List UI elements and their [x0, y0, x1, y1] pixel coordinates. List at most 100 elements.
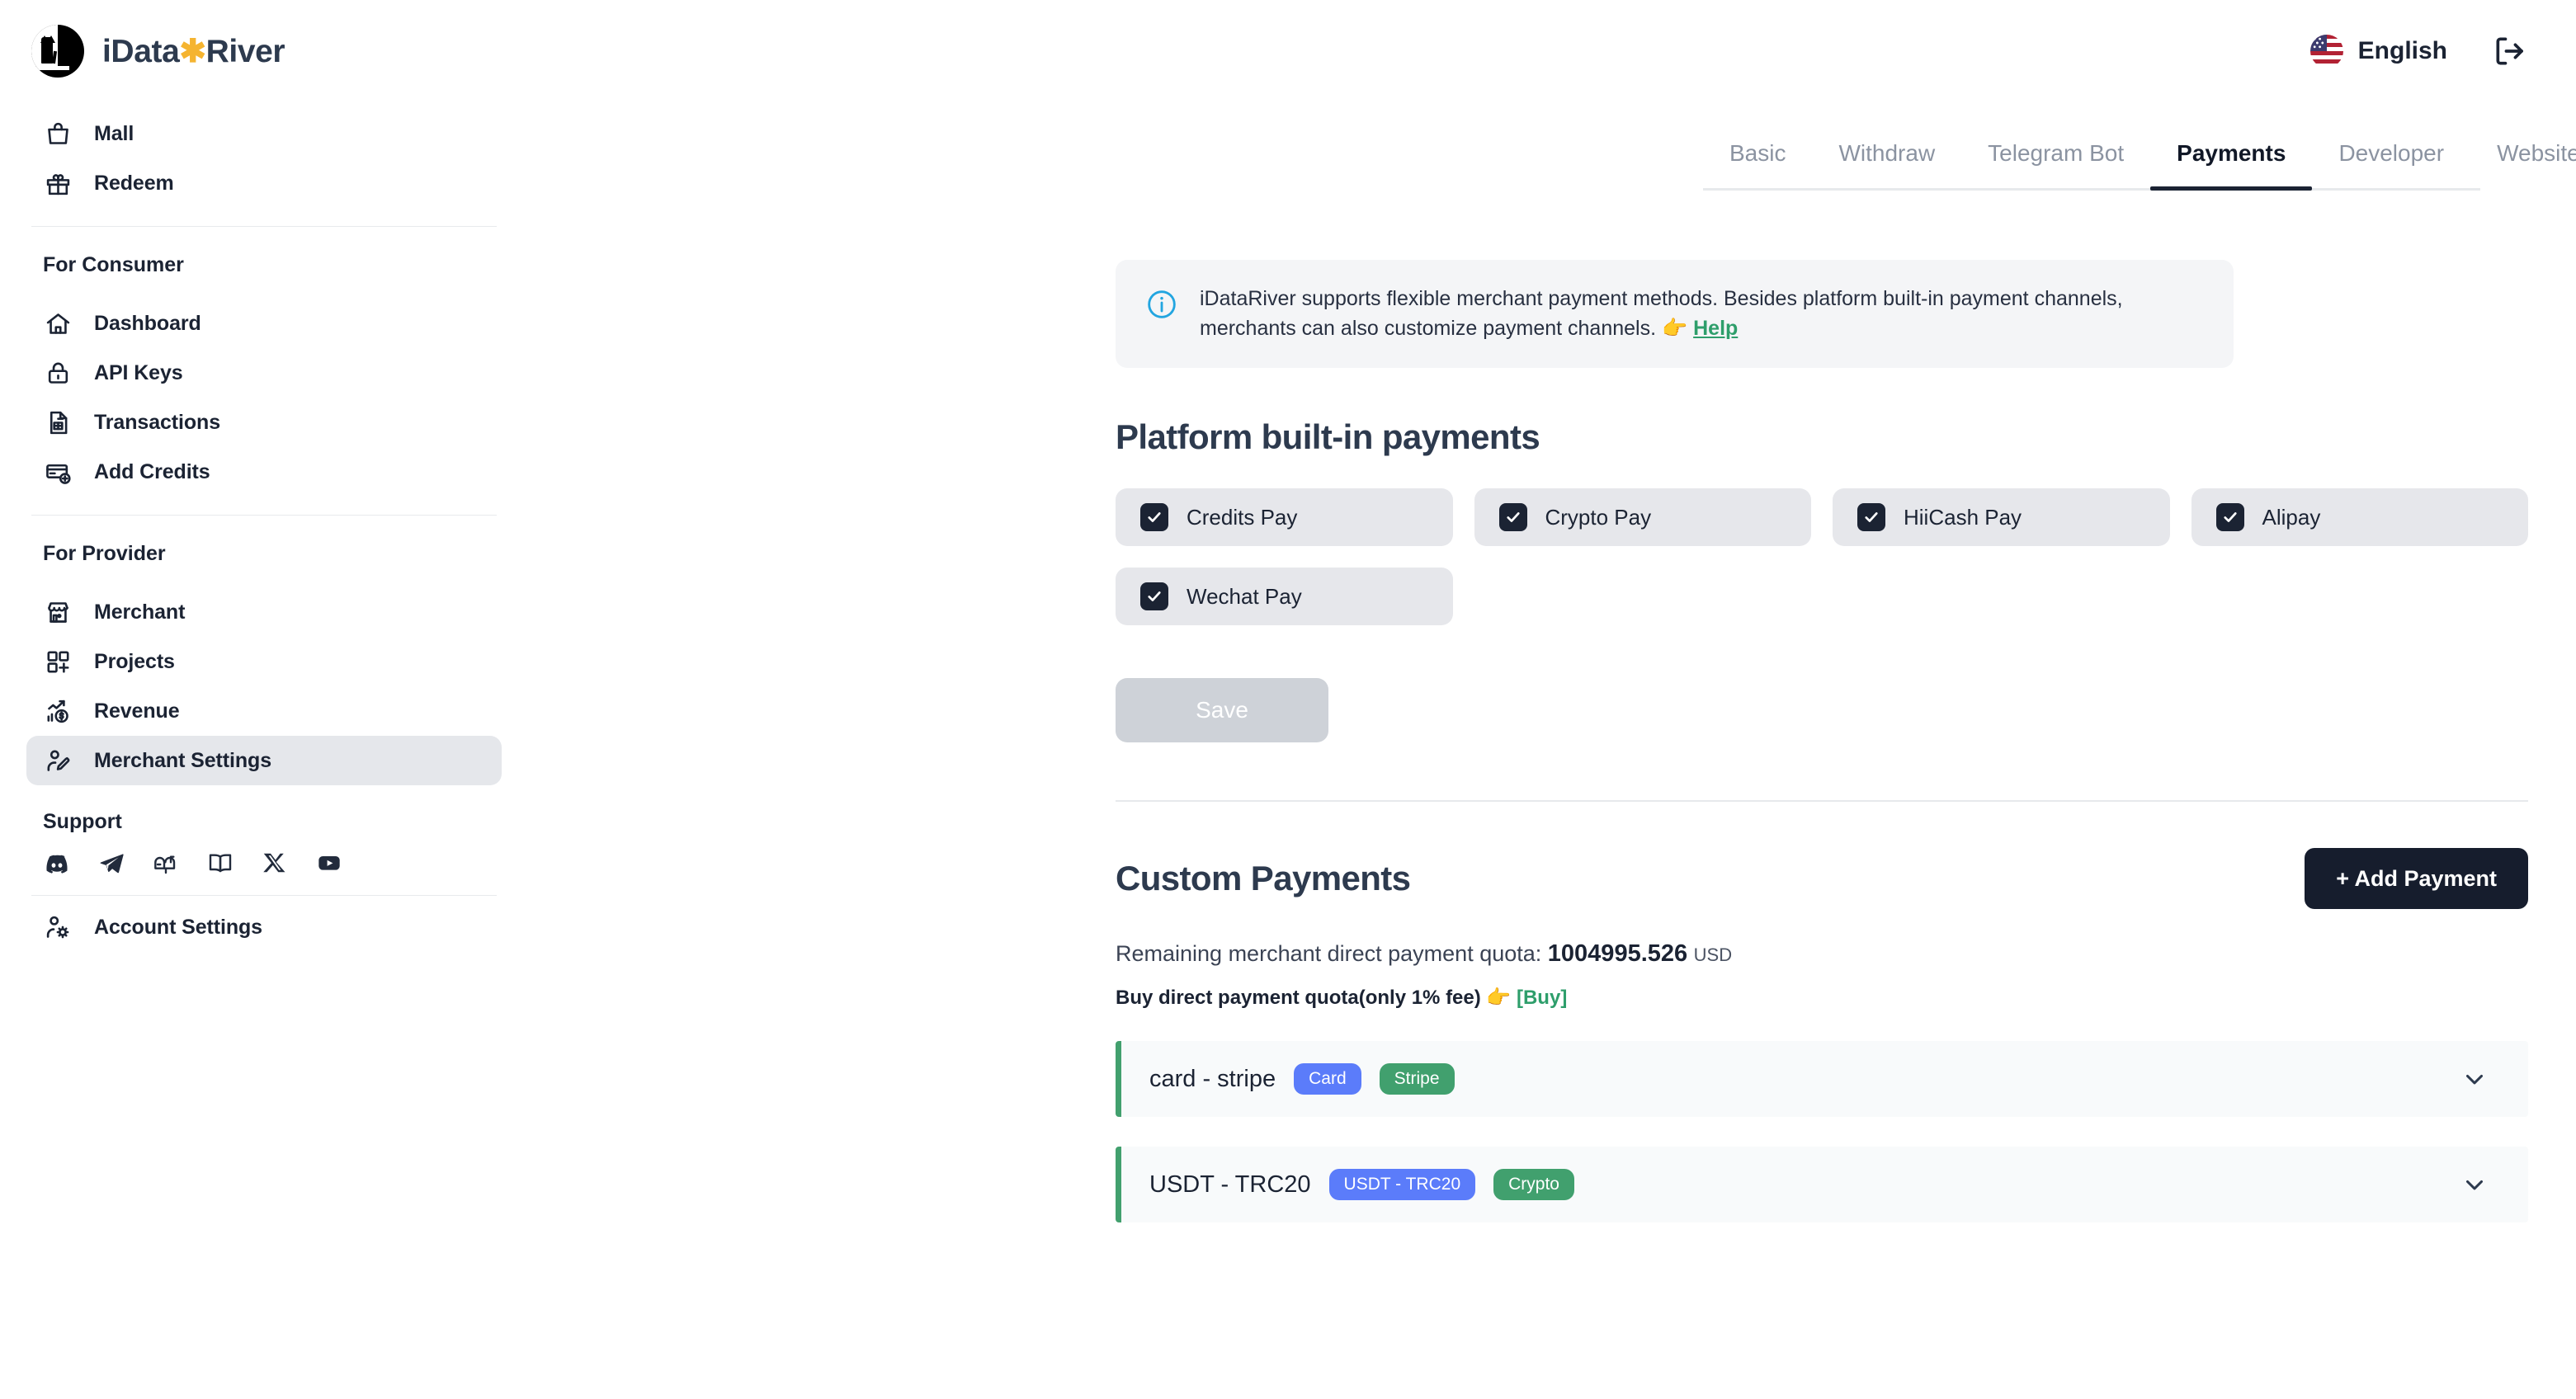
payments-panel: iDataRiver supports flexible merchant pa… [1116, 260, 2528, 1252]
card-plus-icon [43, 457, 73, 487]
payment-method-credits-pay[interactable]: Credits Pay [1116, 488, 1453, 546]
shopping-bag-icon [43, 119, 73, 148]
status-badge: Card [1294, 1063, 1361, 1095]
brand-title-part1: iData [102, 33, 180, 69]
chevron-down-icon[interactable] [2460, 1065, 2500, 1093]
tab-basic[interactable]: Basic [1703, 140, 1812, 188]
document-list-icon [43, 407, 73, 437]
home-icon [43, 309, 73, 338]
tab-payments[interactable]: Payments [2150, 140, 2313, 191]
store-icon [43, 597, 73, 627]
chevron-down-icon[interactable] [2460, 1171, 2500, 1199]
payment-method-label: Alipay [2262, 504, 2321, 530]
sidebar-provider-group: Merchant Projects Revenue Merchant Setti… [26, 581, 502, 785]
payment-method-wechat-pay[interactable]: Wechat Pay [1116, 568, 1453, 625]
telegram-icon[interactable] [97, 849, 125, 877]
logo-icon [31, 25, 84, 78]
sidebar-item-merchant[interactable]: Merchant [26, 587, 502, 637]
sidebar-consumer-group: Dashboard API Keys Transactions Add Cred… [26, 292, 502, 497]
tab-website[interactable]: Website [2470, 140, 2576, 188]
custom-payments-title: Custom Payments [1116, 859, 1411, 897]
brand-title: iData✱River [102, 33, 285, 70]
payment-method-alipay[interactable]: Alipay [2191, 488, 2528, 546]
sidebar-item-account-settings[interactable]: Account Settings [26, 902, 502, 952]
x-twitter-icon[interactable] [261, 849, 289, 877]
checkbox-checked-icon[interactable] [1857, 503, 1885, 531]
language-selector[interactable]: English [2309, 35, 2447, 68]
payment-method-label: Wechat Pay [1187, 583, 1302, 609]
discord-icon[interactable] [43, 849, 71, 877]
support-icon-row [26, 842, 502, 877]
logout-icon[interactable] [2492, 33, 2528, 69]
payment-method-label: Credits Pay [1187, 504, 1298, 530]
sidebar: iData✱River Mall Redeem For Consumer Das… [0, 0, 528, 1399]
sidebar-item-transactions[interactable]: Transactions [26, 398, 502, 447]
sidebar-item-mall[interactable]: Mall [26, 109, 502, 158]
tab-telegram-bot[interactable]: Telegram Bot [1961, 140, 2150, 188]
list-item[interactable]: USDT - TRC20 USDT - TRC20 Crypto [1116, 1147, 2528, 1222]
buy-quota-link[interactable]: [Buy] [1517, 987, 1567, 1009]
brand[interactable]: iData✱River [26, 0, 502, 102]
sidebar-item-label: Mall [94, 121, 134, 145]
quota-value: 1004995.526 [1547, 940, 1688, 967]
sidebar-item-redeem[interactable]: Redeem [26, 158, 502, 208]
checkbox-checked-icon[interactable] [1498, 503, 1527, 531]
grid-plus-icon [43, 647, 73, 676]
sidebar-item-dashboard[interactable]: Dashboard [26, 299, 502, 348]
add-payment-button[interactable]: + Add Payment [2305, 848, 2528, 909]
payment-row-name: USDT - TRC20 [1149, 1171, 1311, 1198]
topbar: English [528, 0, 2576, 102]
gift-icon [43, 168, 73, 198]
brand-star-icon: ✱ [179, 33, 206, 69]
pointer-emoji-icon: 👉 [1486, 987, 1512, 1009]
sidebar-item-label: API Keys [94, 360, 183, 384]
sidebar-item-label: Revenue [94, 699, 180, 723]
payment-method-label: Crypto Pay [1545, 504, 1652, 530]
payment-method-hiicash-pay[interactable]: HiiCash Pay [1833, 488, 2170, 546]
checkbox-checked-icon[interactable] [2215, 503, 2244, 531]
tab-developer[interactable]: Developer [2312, 140, 2470, 188]
sidebar-item-label: Redeem [94, 171, 174, 195]
checkbox-checked-icon[interactable] [1140, 582, 1168, 610]
payment-method-crypto-pay[interactable]: Crypto Pay [1474, 488, 1811, 546]
sidebar-item-label: Dashboard [94, 311, 201, 335]
sidebar-item-label: Account Settings [94, 915, 262, 939]
checkbox-checked-icon[interactable] [1140, 503, 1168, 531]
sidebar-top-group: Mall Redeem [26, 102, 502, 208]
tab-withdraw[interactable]: Withdraw [1812, 140, 1961, 188]
main-area: English Basic Withdraw Telegram Bot Paym… [528, 0, 2576, 1399]
payment-row-info: card - stripe Card Stripe [1149, 1063, 1455, 1095]
info-banner: iDataRiver supports flexible merchant pa… [1116, 260, 2234, 368]
book-icon[interactable] [206, 849, 234, 877]
custom-payment-list: card - stripe Card Stripe USDT - TRC20 U… [1116, 1041, 2528, 1222]
status-badge: Crypto [1493, 1169, 1574, 1200]
tab-list: Basic Withdraw Telegram Bot Payments Dev… [1703, 140, 2576, 191]
sidebar-item-merchant-settings[interactable]: Merchant Settings [26, 736, 502, 785]
section-divider [1116, 800, 2528, 802]
revenue-chart-icon [43, 696, 73, 726]
sidebar-item-label: Merchant Settings [94, 748, 271, 772]
help-link[interactable]: Help [1693, 317, 1738, 340]
app-root: iData✱River Mall Redeem For Consumer Das… [0, 0, 2576, 1399]
mailbox-icon[interactable] [152, 849, 180, 877]
quota-line: Remaining merchant direct payment quota:… [1116, 940, 2528, 968]
us-flag-icon [2309, 35, 2343, 68]
sidebar-item-revenue[interactable]: Revenue [26, 686, 502, 736]
sidebar-item-label: Add Credits [94, 459, 210, 483]
save-button[interactable]: Save [1116, 678, 1328, 742]
youtube-icon[interactable] [315, 849, 343, 877]
payment-row-info: USDT - TRC20 USDT - TRC20 Crypto [1149, 1169, 1574, 1200]
sidebar-item-projects[interactable]: Projects [26, 637, 502, 686]
sidebar-group-title-consumer: For Consumer [43, 253, 184, 276]
status-badge: USDT - TRC20 [1328, 1169, 1476, 1200]
quota-currency: USD [1693, 944, 1733, 965]
sidebar-item-add-credits[interactable]: Add Credits [26, 447, 502, 497]
pointer-emoji-icon: 👉 [1662, 316, 1688, 340]
status-badge: Stripe [1379, 1063, 1455, 1095]
list-item[interactable]: card - stripe Card Stripe [1116, 1041, 2528, 1117]
sidebar-item-label: Transactions [94, 410, 221, 434]
sidebar-item-label: Merchant [94, 600, 186, 624]
builtin-payments-title: Platform built-in payments [1116, 417, 1540, 456]
sidebar-item-api-keys[interactable]: API Keys [26, 348, 502, 398]
brand-title-part2: River [205, 33, 285, 69]
